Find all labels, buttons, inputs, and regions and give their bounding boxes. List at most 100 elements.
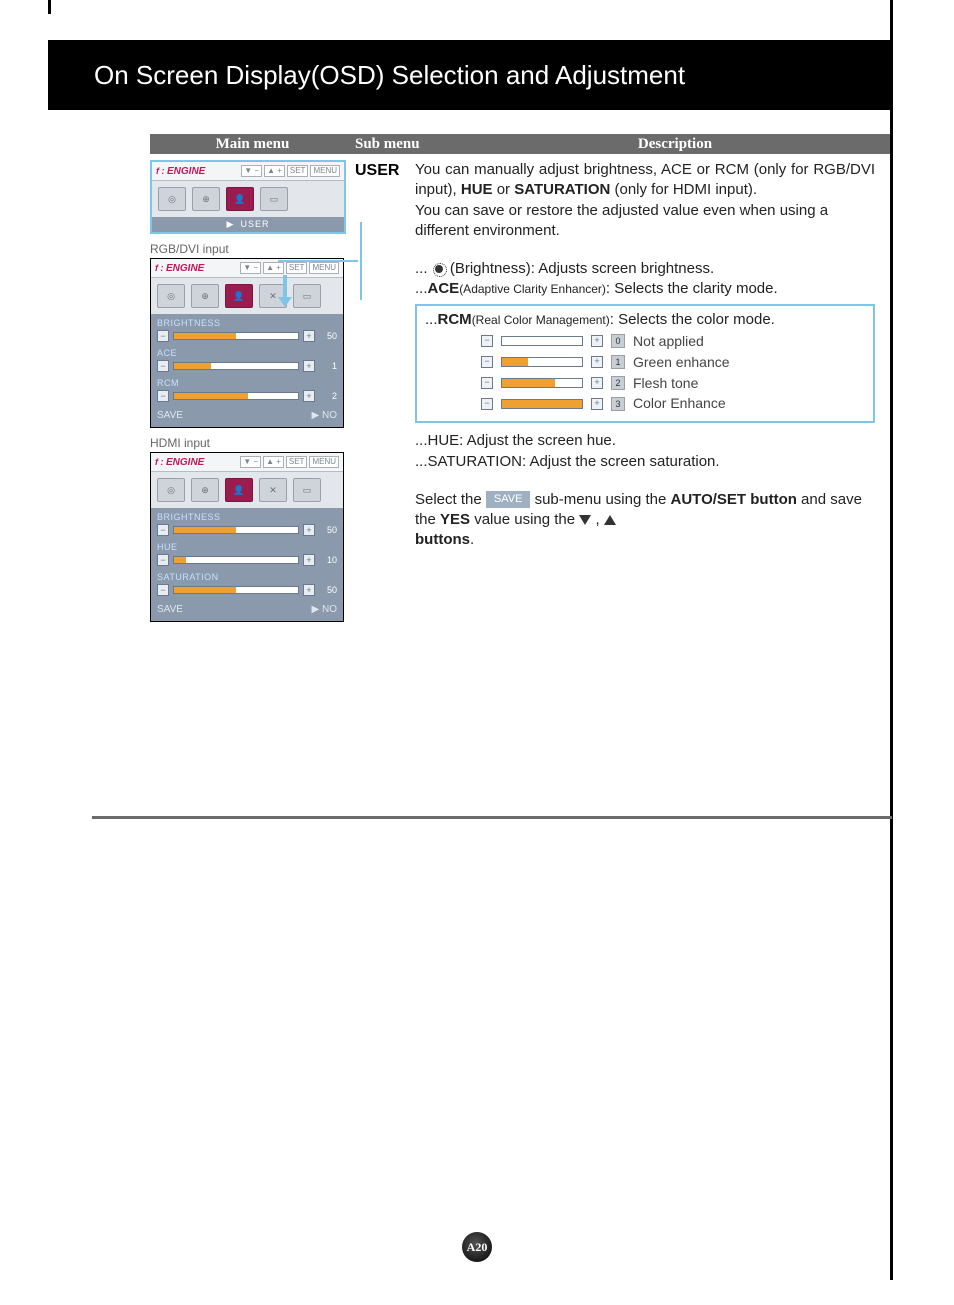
slider-track[interactable] bbox=[173, 392, 299, 400]
rcm-label: Not applied bbox=[633, 332, 704, 351]
menu-button[interactable]: MENU bbox=[309, 456, 339, 468]
slider-label: RCM bbox=[157, 378, 337, 388]
slider-row: − +1 bbox=[157, 360, 337, 372]
slider-track[interactable] bbox=[173, 332, 299, 340]
plus-button[interactable]: + bbox=[591, 356, 603, 368]
slider-row: − +50 bbox=[157, 524, 337, 536]
set-button[interactable]: SET bbox=[287, 165, 309, 177]
main-menu-column: f : ENGINE ▼ − ▲ + SET MENU ◎ ⊕ 👤 ▭ ▶USE… bbox=[150, 160, 355, 626]
minus-button[interactable]: − bbox=[157, 584, 169, 596]
rcm-value: 3 bbox=[611, 397, 625, 411]
osd-panel-hdmi: f : ENGINE ▼ − ▲ + SET MENU ◎ ⊕ 👤 ✕ ▭ BR… bbox=[150, 452, 344, 622]
page-number-badge: A20 bbox=[462, 1232, 492, 1262]
slider-value: 50 bbox=[319, 525, 337, 535]
section-divider bbox=[92, 816, 892, 819]
rcm-label: Color Enhance bbox=[633, 394, 726, 413]
plus-button[interactable]: + bbox=[591, 377, 603, 389]
page-title: On Screen Display(OSD) Selection and Adj… bbox=[48, 40, 890, 110]
minus-button[interactable]: − bbox=[157, 554, 169, 566]
rcm-slider[interactable] bbox=[501, 357, 583, 367]
mode-normal-icon[interactable]: ▭ bbox=[293, 284, 321, 308]
hue-bold: HUE bbox=[461, 181, 493, 198]
slider-track[interactable] bbox=[173, 526, 299, 534]
rcm-highlight-box: ...RCM(Real Color Management): Selects t… bbox=[415, 304, 875, 424]
table-header: Main menu Sub menu Description bbox=[150, 134, 890, 154]
minus-button[interactable]: − bbox=[481, 335, 493, 347]
hdmi-caption: HDMI input bbox=[150, 436, 355, 450]
plus-button[interactable]: + bbox=[303, 390, 315, 402]
plus-button[interactable]: + bbox=[303, 330, 315, 342]
plus-button[interactable]: + bbox=[591, 335, 603, 347]
osd-nav-icons: ▼ − ▲ + SET MENU bbox=[240, 456, 339, 468]
mode-internet-icon[interactable]: ⊕ bbox=[191, 284, 219, 308]
mode-movie-icon[interactable]: ◎ bbox=[157, 478, 185, 502]
slider-row: −+10 bbox=[157, 554, 337, 566]
minus-button[interactable]: − bbox=[481, 398, 493, 410]
save-row[interactable]: SAVE▶ NO bbox=[157, 602, 337, 615]
slider-value: 1 bbox=[319, 361, 337, 371]
slider-track[interactable] bbox=[173, 586, 299, 594]
minus-button[interactable]: − bbox=[157, 330, 169, 342]
rcm-value: 1 bbox=[611, 355, 625, 369]
plus-button[interactable]: + bbox=[303, 584, 315, 596]
slider-row: −+50 bbox=[157, 584, 337, 596]
osd-panel-rgbdvi: f : ENGINE ▼ − ▲ + SET MENU ◎ ⊕ 👤 ✕ ▭ BR… bbox=[150, 258, 344, 428]
rcm-slider[interactable] bbox=[501, 336, 583, 346]
down-icon[interactable]: ▼ − bbox=[241, 165, 262, 177]
up-icon[interactable]: ▲ + bbox=[264, 165, 285, 177]
mode-internet-icon[interactable]: ⊕ bbox=[191, 478, 219, 502]
rgb-dvi-caption: RGB/DVI input bbox=[150, 242, 355, 256]
hue-line: ...HUE: Adjust the screen hue. bbox=[415, 431, 875, 451]
minus-button[interactable]: − bbox=[157, 390, 169, 402]
menu-button[interactable]: MENU bbox=[310, 165, 340, 177]
plus-button[interactable]: + bbox=[303, 524, 315, 536]
down-triangle-icon bbox=[579, 515, 591, 525]
content-area: Main menu Sub menu Description f : ENGIN… bbox=[150, 134, 890, 626]
osd-panel-user: f : ENGINE ▼ − ▲ + SET MENU ◎ ⊕ 👤 ▭ ▶USE… bbox=[150, 160, 346, 234]
slider-label: BRIGHTNESS bbox=[157, 318, 337, 328]
rcm-label: Green enhance bbox=[633, 353, 730, 372]
minus-button[interactable]: − bbox=[481, 377, 493, 389]
save-badge: SAVE bbox=[486, 491, 531, 508]
up-icon[interactable]: ▲ + bbox=[263, 456, 284, 468]
plus-button[interactable]: + bbox=[303, 360, 315, 372]
minus-button[interactable]: − bbox=[481, 356, 493, 368]
down-icon[interactable]: ▼ − bbox=[240, 456, 261, 468]
osd-nav-icons: ▼ − ▲ + SET MENU bbox=[241, 165, 340, 177]
slider-track[interactable] bbox=[173, 362, 299, 370]
f-engine-label: f : ENGINE bbox=[155, 457, 204, 468]
slider-label: SATURATION bbox=[157, 572, 337, 582]
mode-movie-icon[interactable]: ◎ bbox=[157, 284, 185, 308]
mode-normal-x-icon[interactable]: ✕ bbox=[259, 478, 287, 502]
mode-user-icon[interactable]: 👤 bbox=[226, 187, 254, 211]
rcm-slider[interactable] bbox=[501, 378, 583, 388]
minus-button[interactable]: − bbox=[157, 524, 169, 536]
mode-normal-icon[interactable]: ▭ bbox=[293, 478, 321, 502]
f-engine-label: f : ENGINE bbox=[156, 166, 205, 177]
slider-track[interactable] bbox=[173, 556, 299, 564]
mode-user-icon[interactable]: 👤 bbox=[225, 284, 253, 308]
slider-value: 2 bbox=[319, 391, 337, 401]
select-save-text: Select the SAVE sub-menu using the AUTO/… bbox=[415, 490, 875, 551]
down-icon[interactable]: ▼ − bbox=[240, 262, 261, 274]
rcm-label: Flesh tone bbox=[633, 374, 698, 393]
set-button[interactable]: SET bbox=[286, 456, 308, 468]
mode-normal-icon[interactable]: ▭ bbox=[260, 187, 288, 211]
slider-row: − +2 bbox=[157, 390, 337, 402]
user-mode-label: ▶USER bbox=[152, 217, 344, 232]
save-row[interactable]: SAVE▶ NO bbox=[157, 408, 337, 421]
rcm-line: ...RCM(Real Color Management): Selects t… bbox=[425, 310, 865, 330]
connector-line bbox=[278, 260, 358, 264]
slider-label: BRIGHTNESS bbox=[157, 512, 337, 522]
plus-button[interactable]: + bbox=[591, 398, 603, 410]
mode-user-icon[interactable]: 👤 bbox=[225, 478, 253, 502]
mode-movie-icon[interactable]: ◎ bbox=[158, 187, 186, 211]
saturation-line: ...SATURATION: Adjust the screen saturat… bbox=[415, 452, 875, 472]
f-engine-label: f : ENGINE bbox=[155, 263, 204, 274]
minus-button[interactable]: − bbox=[157, 360, 169, 372]
rcm-slider[interactable] bbox=[501, 399, 583, 409]
description-column: You can manually adjust brightness, ACE … bbox=[415, 160, 875, 626]
mode-internet-icon[interactable]: ⊕ bbox=[192, 187, 220, 211]
brightness-line: ... (Brightness): Adjusts screen brightn… bbox=[415, 259, 875, 279]
plus-button[interactable]: + bbox=[303, 554, 315, 566]
